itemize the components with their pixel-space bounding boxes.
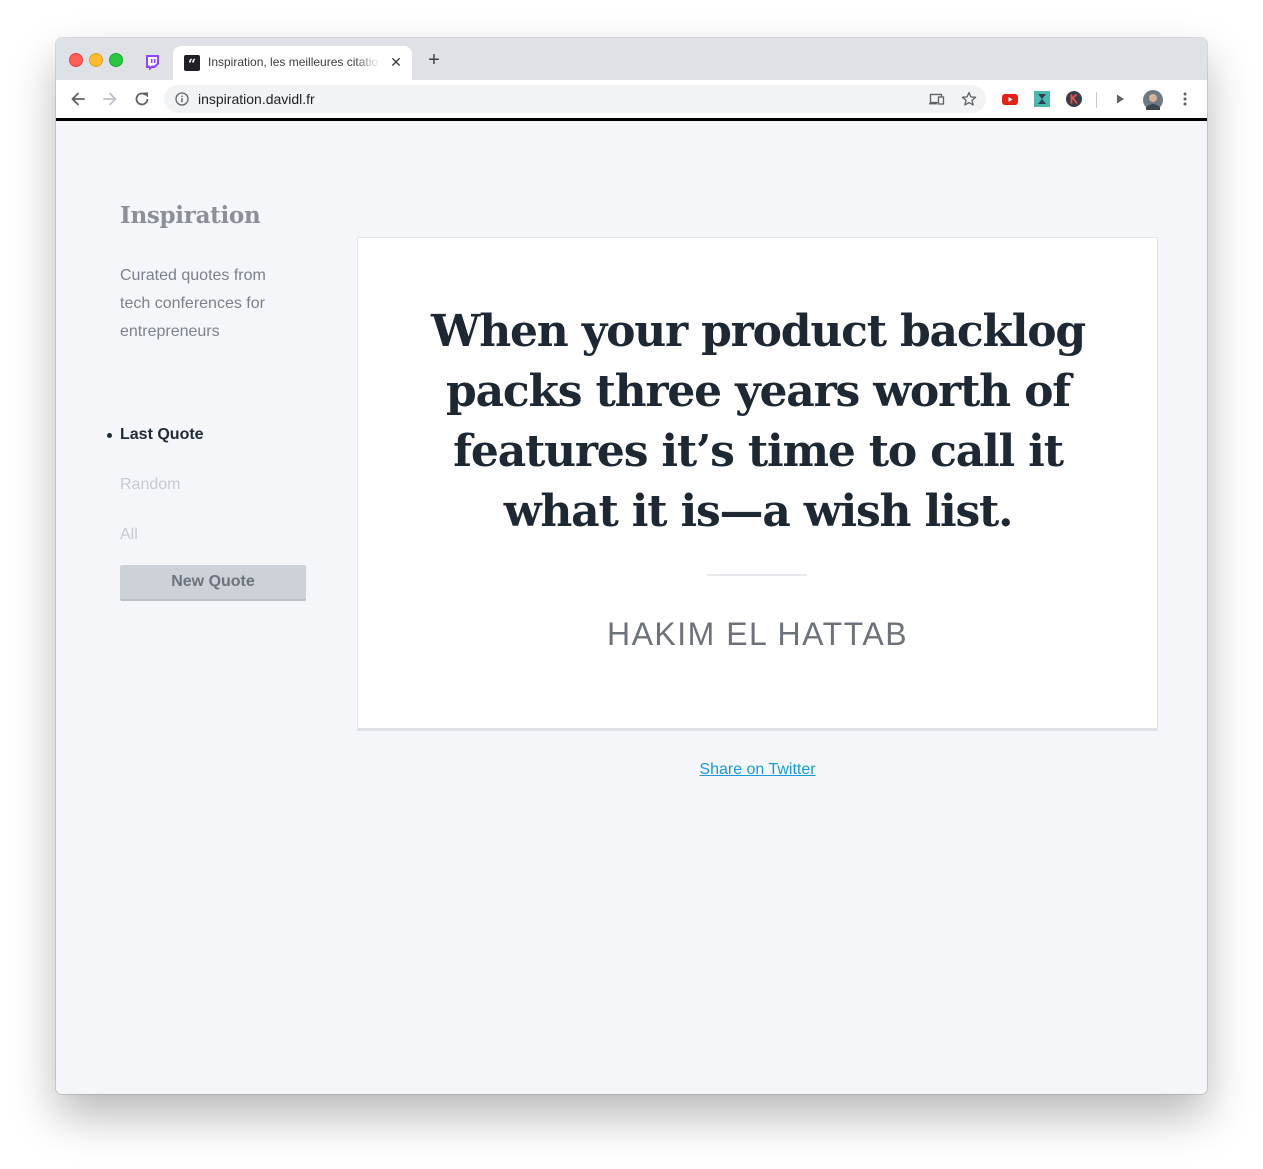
- quote-author: HAKIM EL HATTAB: [606, 616, 909, 652]
- twitch-icon[interactable]: [143, 53, 161, 71]
- site-description: Curated quotes from tech conferences for…: [120, 267, 266, 340]
- share-on-twitter-link[interactable]: Share on Twitter: [357, 761, 1158, 779]
- window-close-button[interactable]: [69, 53, 83, 67]
- window-maximize-button[interactable]: [109, 53, 123, 67]
- window-minimize-button[interactable]: [89, 53, 103, 67]
- site-title[interactable]: Inspiration: [120, 202, 261, 229]
- close-icon[interactable]: ✕: [388, 54, 404, 70]
- arrow-left-icon[interactable]: [68, 89, 88, 109]
- nav-item-last-quote[interactable]: Last Quote: [107, 410, 204, 460]
- reload-icon[interactable]: [132, 89, 152, 109]
- sidebar-nav: Last Quote Random All: [107, 410, 204, 560]
- puzzle-extension-icon[interactable]: [1033, 90, 1051, 108]
- tab-title: Inspiration, les meilleures citations: [208, 55, 380, 69]
- avatar[interactable]: [1143, 90, 1163, 110]
- new-tab-button[interactable]: +: [424, 50, 444, 70]
- new-quote-button[interactable]: New Quote: [120, 565, 306, 601]
- kebab-menu-icon[interactable]: [1176, 90, 1194, 108]
- browser-toolbar: inspiration.davidl.fr: [56, 80, 1207, 121]
- star-icon[interactable]: [961, 91, 977, 107]
- quote-favicon-icon: “: [184, 55, 200, 73]
- cast-icon[interactable]: [929, 91, 945, 107]
- page-content: Inspiration Curated quotes from tech con…: [56, 121, 1207, 1094]
- quote-text: When your product backlog packs three ye…: [431, 306, 1086, 537]
- tab-strip: “ Inspiration, les meilleures citations …: [56, 38, 1207, 80]
- url-text: inspiration.davidl.fr: [198, 91, 315, 107]
- nav-item-all[interactable]: All: [120, 510, 204, 560]
- quote-divider: [707, 574, 807, 576]
- info-icon[interactable]: [175, 92, 189, 106]
- address-bar[interactable]: inspiration.davidl.fr: [164, 85, 986, 113]
- play-extension-icon[interactable]: [1111, 90, 1129, 108]
- k-extension-icon[interactable]: [1065, 90, 1083, 108]
- browser-window: “ Inspiration, les meilleures citations …: [56, 38, 1207, 1094]
- quote-card: When your product backlog packs three ye…: [357, 237, 1158, 731]
- active-tab[interactable]: “ Inspiration, les meilleures citations …: [173, 46, 412, 80]
- nav-item-random[interactable]: Random: [120, 460, 204, 510]
- toolbar-separator: [1096, 92, 1097, 108]
- arrow-right-icon[interactable]: [100, 89, 120, 109]
- youtube-extension-icon[interactable]: [1001, 90, 1019, 108]
